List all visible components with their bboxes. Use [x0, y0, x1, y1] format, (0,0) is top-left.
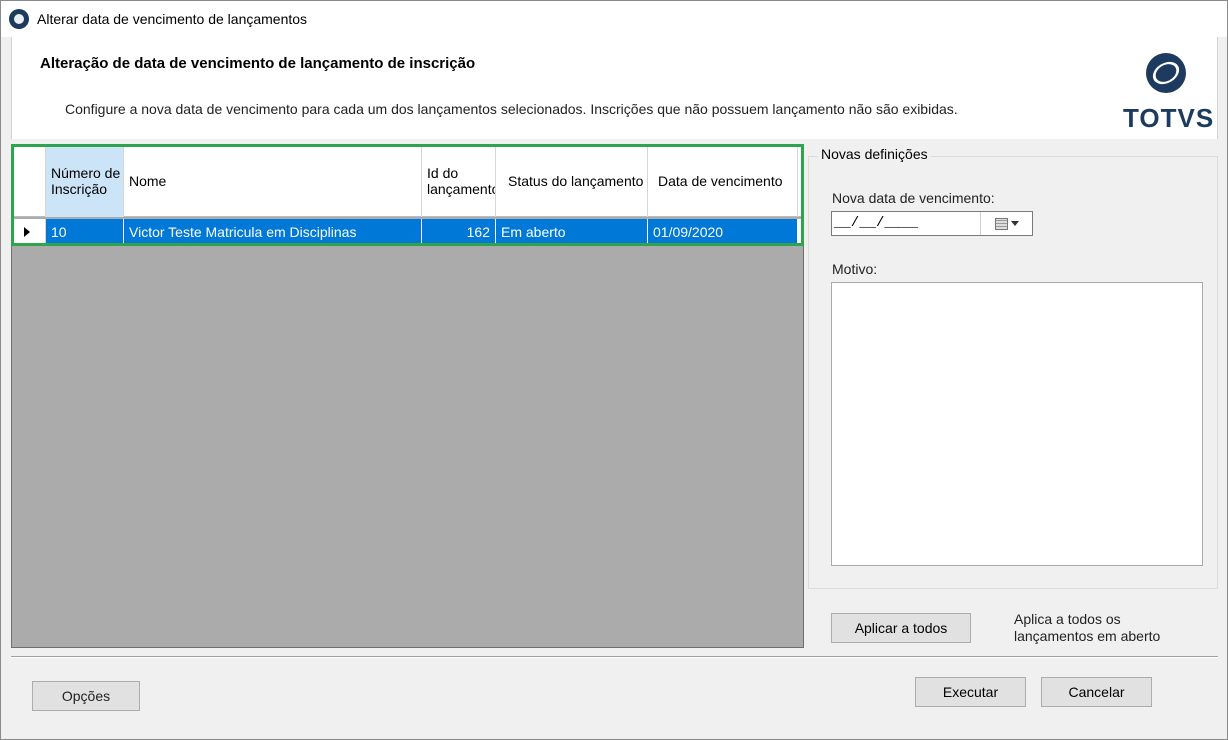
header-title: Alteração de data de vencimento de lança…	[40, 55, 476, 72]
date-label: Nova data de vencimento:	[832, 190, 995, 206]
row-indicator-icon	[12, 219, 46, 245]
grid-header: Número de Inscrição Nome Id do lançament…	[12, 145, 803, 217]
logo-text: TOTVS	[1123, 103, 1215, 133]
due-date-picker[interactable]: __/__/____	[831, 211, 1033, 236]
header-panel: Alteração de data de vencimento de lança…	[11, 37, 1218, 139]
apply-all-hint: Aplica a todos os lançamentos em aberto	[1014, 611, 1161, 644]
window-title: Alterar data de vencimento de lançamento…	[37, 11, 308, 27]
cell-numero[interactable]: 10	[46, 219, 124, 245]
execute-button[interactable]: Executar	[915, 677, 1026, 707]
column-header-status[interactable]: Status do lançamento	[496, 145, 648, 217]
header-description: Configure a nova data de vencimento para…	[65, 101, 958, 117]
cell-data[interactable]: 01/09/2020	[648, 219, 798, 245]
column-header-data[interactable]: Data de vencimento	[648, 145, 798, 217]
column-header-id[interactable]: Id do lançamento	[422, 145, 496, 217]
reason-textarea[interactable]	[831, 282, 1203, 566]
group-legend: Novas definições	[818, 146, 931, 162]
due-date-value[interactable]: __/__/____	[834, 215, 918, 231]
grid-header-corner	[12, 145, 46, 217]
options-button[interactable]: Opções	[32, 681, 140, 711]
title-bar: Alterar data de vencimento de lançamento…	[1, 1, 1227, 37]
totvs-logo: TOTVS	[1123, 53, 1215, 133]
cancel-button[interactable]: Cancelar	[1041, 677, 1152, 707]
chevron-down-icon	[1010, 221, 1019, 226]
apply-all-button[interactable]: Aplicar a todos	[831, 613, 971, 643]
calendar-dropdown-button[interactable]	[980, 212, 1032, 235]
releases-grid[interactable]: Número de Inscrição Nome Id do lançament…	[11, 144, 804, 648]
reason-label: Motivo:	[832, 261, 878, 277]
logo-circle-icon	[1146, 53, 1186, 93]
cell-id[interactable]: 162	[422, 219, 496, 245]
calendar-icon	[994, 217, 1008, 230]
table-row[interactable]: 10 Victor Teste Matricula em Disciplinas…	[12, 219, 803, 245]
column-header-nome[interactable]: Nome	[124, 145, 422, 217]
footer-divider-highlight	[11, 657, 1218, 658]
new-settings-group: Novas definições Nova data de vencimento…	[808, 146, 1218, 589]
column-header-numero[interactable]: Número de Inscrição	[46, 145, 124, 217]
dialog-window: Alterar data de vencimento de lançamento…	[0, 0, 1228, 740]
cell-nome[interactable]: Victor Teste Matricula em Disciplinas	[124, 219, 422, 245]
cell-status[interactable]: Em aberto	[496, 219, 648, 245]
app-icon	[9, 9, 29, 29]
